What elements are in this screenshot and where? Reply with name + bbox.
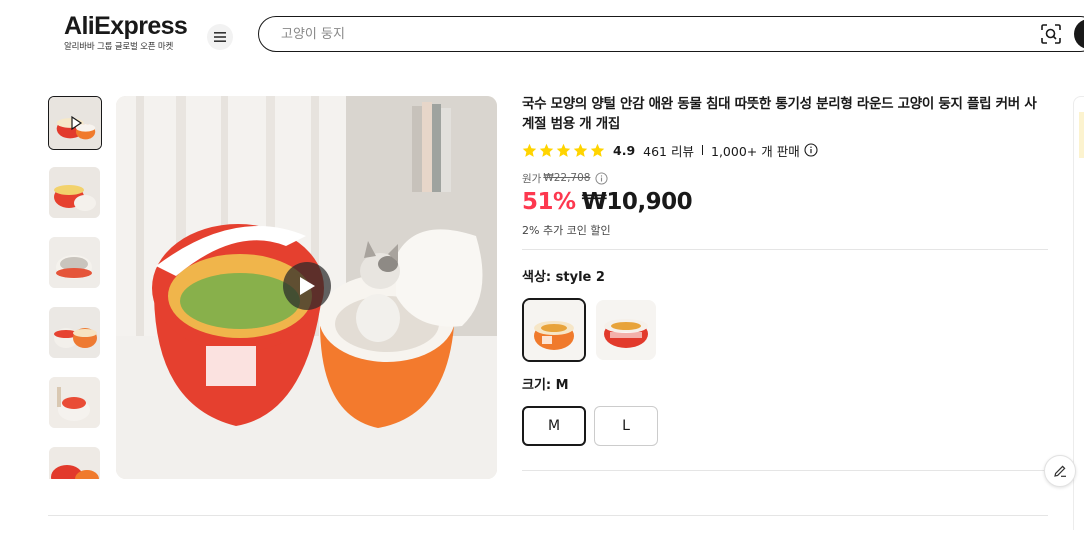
thumbnail-image-6[interactable] [49, 447, 100, 479]
swatch-image [524, 300, 584, 360]
size-option-label: 크기: M [522, 378, 569, 393]
thumbnail-image-2[interactable] [49, 167, 100, 218]
rating-row[interactable]: 4.9 461 리뷰 1,000+ 개 판매 [522, 141, 1048, 159]
product-page: AliExpress 알리바바 그룹 글로벌 오픈 마켓 고양이 둥지 국수 모… [0, 0, 1084, 547]
original-price-row: 원가 ₩22,708 [522, 171, 1048, 185]
color-swatch-style-2[interactable] [522, 298, 586, 362]
thumbnail-image [49, 307, 100, 358]
product-info: 국수 모양의 양털 안감 애완 동물 침대 따뜻한 통기성 분리형 라운드 고양… [522, 94, 1048, 471]
section-divider [522, 470, 1048, 471]
color-swatch-style-1[interactable] [596, 300, 656, 360]
edit-floating-button[interactable] [1044, 455, 1076, 487]
thumbnail-image-3[interactable] [49, 237, 100, 288]
star-rating [522, 143, 605, 158]
play-icon [300, 277, 315, 295]
search-button[interactable] [1074, 19, 1084, 49]
swatch-image [596, 300, 656, 360]
logo-tagline: 알리바바 그룹 글로벌 오픈 마켓 [64, 42, 174, 52]
star-icon [522, 143, 537, 157]
menu-button[interactable] [207, 24, 233, 50]
thumbnail-image-4[interactable] [49, 307, 100, 358]
divider [702, 145, 703, 155]
thumbnail-image [49, 167, 100, 218]
hamburger-menu-icon [214, 32, 226, 42]
thumbnail-image [49, 237, 100, 288]
thumbnail-image [49, 377, 100, 428]
sold-count: 1,000+ 개 판매 [711, 143, 800, 159]
info-icon[interactable] [595, 171, 608, 185]
sale-price: ₩10,900 [581, 189, 693, 215]
camera-search-icon[interactable] [1041, 24, 1061, 44]
star-icon [539, 143, 554, 157]
original-price: ₩22,708 [543, 172, 591, 184]
main-product-media[interactable] [116, 96, 497, 479]
star-icon [573, 143, 588, 157]
color-option-label: 색상: style 2 [522, 270, 605, 285]
aliexpress-logo[interactable]: AliExpress 알리바바 그룹 글로벌 오픈 마켓 [64, 12, 194, 52]
original-price-label: 원가 [522, 172, 542, 185]
section-divider [522, 249, 1048, 250]
video-play-button[interactable] [283, 262, 331, 310]
price-row: 51% ₩10,900 [522, 189, 1048, 219]
rating-value: 4.9 [613, 142, 636, 158]
thumbnail-image-5[interactable] [49, 377, 100, 428]
product-title: 국수 모양의 양털 안감 애완 동물 침대 따뜻한 통기성 분리형 라운드 고양… [522, 96, 1037, 132]
thumbnail-list [48, 96, 102, 479]
search-input[interactable] [281, 23, 1021, 45]
logo-wordmark: AliExpress [64, 12, 188, 40]
search-bar [258, 16, 1084, 52]
play-icon [71, 115, 83, 131]
star-icon [590, 143, 605, 157]
discount-percent: 51% [522, 189, 576, 215]
thumbnail-video[interactable] [48, 96, 102, 150]
pencil-icon [1054, 465, 1066, 477]
thumbnail-image [49, 447, 100, 479]
size-option-l[interactable]: L [594, 406, 658, 446]
coin-discount: 2% 추가 코인 할인 [522, 224, 611, 237]
page-divider [48, 515, 1048, 516]
side-panel-banner[interactable] [1079, 112, 1084, 158]
info-icon[interactable] [804, 143, 818, 157]
star-icon [556, 143, 571, 157]
size-option-m[interactable]: M [522, 406, 586, 446]
review-count[interactable]: 461 리뷰 [643, 141, 694, 160]
